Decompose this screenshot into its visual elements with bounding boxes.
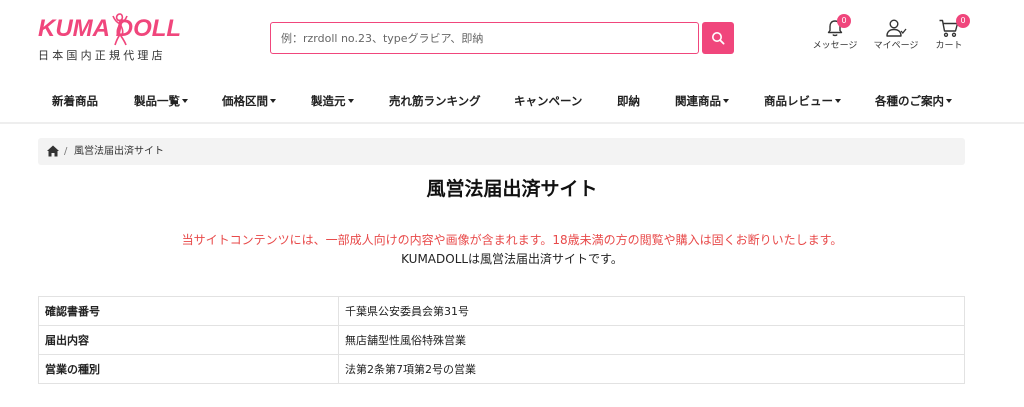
breadcrumb-separator: /	[64, 146, 68, 157]
messages-label: メッセージ	[812, 41, 858, 51]
age-restriction-notice: 当サイトコンテンツには、一部成人向けの内容や画像が含まれます。18歳未満の方の閲…	[181, 233, 843, 247]
nav-item-guide[interactable]: 各種のご案内	[875, 84, 952, 118]
nav-item-products[interactable]: 製品一覧	[134, 84, 188, 118]
mypage-label: マイページ	[873, 41, 919, 51]
nav-item-related[interactable]: 関連商品	[675, 84, 729, 118]
nav-item-reviews[interactable]: 商品レビュー	[764, 84, 841, 118]
search-icon	[712, 32, 725, 45]
header-divider	[0, 122, 1024, 124]
mypage-button[interactable]: マイページ	[866, 16, 926, 58]
registration-notice: KUMADOLLは風営法届出済サイトです。	[401, 252, 623, 266]
search-button[interactable]	[702, 22, 734, 54]
registration-table: 確認書番号 千葉県公安委員会第31号 届出内容 無店舗型性風俗特殊営業 営業の種…	[38, 296, 965, 384]
table-value-cell: 無店舗型性風俗特殊営業	[338, 325, 965, 355]
search-input[interactable]	[270, 22, 699, 54]
cart-badge: 0	[956, 14, 970, 28]
cart-button[interactable]: 0 カート	[919, 14, 979, 58]
chevron-down-icon	[723, 98, 729, 103]
messages-badge: 0	[837, 14, 851, 28]
logo-subtitle: 日本国内正規代理店	[38, 49, 166, 62]
chevron-down-icon	[946, 98, 952, 103]
search-bar	[270, 22, 734, 54]
main-navigation: 新着商品 製品一覧 価格区間 製造元 売れ筋ランキング キャンペーン 即納 関連…	[0, 84, 1024, 118]
chevron-down-icon	[835, 98, 841, 103]
breadcrumb: / 風営法届出済サイト	[38, 138, 965, 165]
table-header-cell: 営業の種別	[38, 354, 339, 384]
home-icon[interactable]	[46, 144, 60, 158]
chevron-down-icon	[347, 98, 354, 103]
nav-item-campaign[interactable]: キャンペーン	[514, 84, 582, 118]
nav-item-in-stock[interactable]: 即納	[617, 84, 640, 118]
nav-item-ranking[interactable]: 売れ筋ランキング	[389, 84, 481, 118]
table-row: 確認書番号 千葉県公安委員会第31号	[38, 296, 965, 326]
messages-button[interactable]: 0 メッセージ	[805, 14, 865, 58]
page-title: 風営法届出済サイト	[426, 178, 598, 200]
site-header: KUMA DOLL 日本国内正規代理店 0 メッセージ	[0, 0, 1024, 78]
breadcrumb-current: 風営法届出済サイト	[74, 146, 164, 157]
user-icon	[886, 19, 907, 37]
table-value-cell: 千葉県公安委員会第31号	[338, 296, 965, 326]
nav-item-manufacturer[interactable]: 製造元	[311, 84, 354, 118]
logo-figure-icon	[112, 13, 128, 46]
nav-item-new-products[interactable]: 新着商品	[52, 84, 98, 118]
cart-label: カート	[935, 41, 963, 51]
table-row: 届出内容 無店舗型性風俗特殊営業	[38, 325, 965, 355]
table-value-cell: 法第2条第7項第2号の営業	[338, 354, 965, 384]
chevron-down-icon	[182, 98, 188, 103]
chevron-down-icon	[270, 98, 276, 103]
table-header-cell: 確認書番号	[38, 296, 339, 326]
table-row: 営業の種別 法第2条第7項第2号の営業	[38, 354, 965, 384]
nav-item-price-range[interactable]: 価格区間	[222, 84, 276, 118]
site-logo[interactable]: KUMA DOLL 日本国内正規代理店	[38, 13, 188, 66]
table-header-cell: 届出内容	[38, 325, 339, 355]
